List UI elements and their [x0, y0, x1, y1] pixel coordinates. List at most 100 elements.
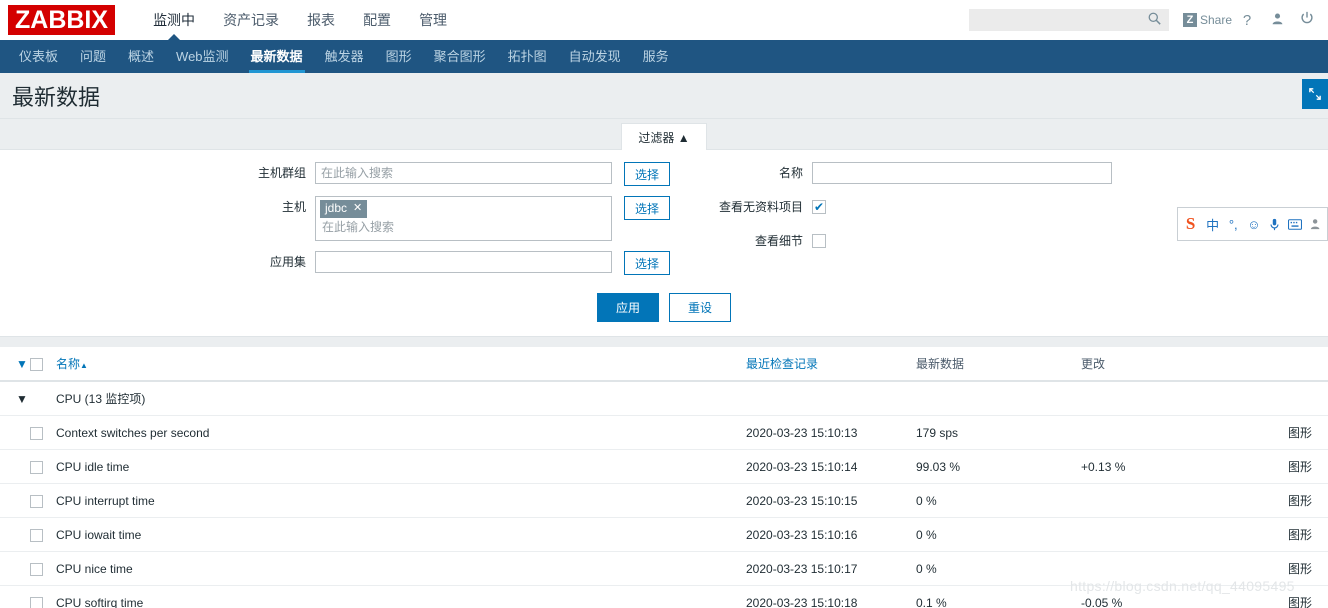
main-nav-item-monitoring[interactable]: 监测中	[139, 0, 209, 40]
subnav-item-graphs[interactable]: 图形	[375, 40, 423, 73]
global-search[interactable]	[968, 9, 1169, 31]
filter-tab-toggle[interactable]: 过滤器 ▲	[621, 123, 707, 150]
ime-account-icon[interactable]	[1306, 211, 1325, 237]
row-checkbox[interactable]	[30, 460, 43, 474]
row-last-check: 2020-03-23 15:10:18	[746, 585, 916, 608]
filter-field-host-group: 主机群组 选择	[243, 162, 670, 186]
row-checkbox[interactable]	[30, 596, 43, 608]
row-latest-value: 0.1 %	[916, 585, 1081, 608]
sort-ascending-icon: ▲	[80, 361, 88, 370]
group-graph	[1201, 381, 1328, 416]
ime-punctuation-icon[interactable]: °,	[1224, 211, 1243, 237]
row-spacer	[0, 483, 30, 518]
application-select-button[interactable]: 选择	[624, 251, 670, 275]
hosts-select-button[interactable]: 选择	[624, 196, 670, 220]
row-change-value	[1081, 483, 1201, 518]
subnav-item-web[interactable]: Web监测	[165, 40, 240, 73]
main-nav-item-administration[interactable]: 管理	[405, 0, 461, 40]
main-nav-item-configuration[interactable]: 配置	[349, 0, 405, 40]
hosts-placeholder: 在此输入搜索	[322, 220, 395, 234]
table-group-row[interactable]: ▼ CPU (13 监控项)	[0, 381, 1328, 416]
row-graph-link[interactable]: 图形	[1201, 585, 1328, 608]
ime-emoji-icon[interactable]: ☺	[1245, 211, 1264, 237]
application-input[interactable]	[315, 251, 612, 273]
subnav-item-triggers[interactable]: 触发器	[314, 40, 375, 73]
row-checkbox-cell	[30, 585, 56, 608]
share-label: Share	[1199, 13, 1232, 27]
subnav-item-dashboard[interactable]: 仪表板	[8, 40, 69, 73]
subnav-item-discovery[interactable]: 自动发现	[558, 40, 632, 73]
host-group-select-button[interactable]: 选择	[624, 162, 670, 186]
reset-button[interactable]: 重设	[669, 293, 732, 322]
user-icon[interactable]	[1262, 12, 1292, 29]
ime-keyboard-icon[interactable]	[1286, 211, 1305, 237]
table-header-row: ▼ 名称▲ 最近检查记录 最新数据 更改	[0, 347, 1328, 382]
collapse-all-icon[interactable]: ▼	[0, 347, 30, 382]
group-collapse-icon[interactable]: ▼	[0, 381, 30, 416]
column-header-name[interactable]: 名称▲	[56, 347, 746, 382]
column-header-name-label[interactable]: 名称	[56, 357, 80, 371]
row-graph-link[interactable]: 图形	[1201, 517, 1328, 552]
ime-microphone-icon[interactable]	[1265, 211, 1284, 237]
apply-button[interactable]: 应用	[596, 293, 659, 322]
subnav-item-services[interactable]: 服务	[632, 40, 680, 73]
row-last-check: 2020-03-23 15:10:14	[746, 449, 916, 484]
row-latest-value: 0 %	[916, 483, 1081, 518]
main-nav-item-reports[interactable]: 报表	[293, 0, 349, 40]
row-last-check: 2020-03-23 15:10:16	[746, 517, 916, 552]
close-icon[interactable]: ✕	[353, 201, 362, 216]
row-item-name[interactable]: Context switches per second	[56, 415, 746, 450]
subnav-item-problems[interactable]: 问题	[69, 40, 117, 73]
subnav-item-overview[interactable]: 概述	[117, 40, 165, 73]
search-input[interactable]	[968, 10, 1144, 30]
sogou-ime-toolbar[interactable]: S 中 °, ☺	[1177, 207, 1328, 241]
row-graph-link[interactable]: 图形	[1201, 449, 1328, 484]
ime-chinese-mode-icon[interactable]: 中	[1203, 211, 1222, 237]
show-without-data-checkbox[interactable]: ✔	[812, 200, 826, 214]
filter-field-application: 应用集 选择	[243, 251, 670, 275]
main-navigation: 监测中 资产记录 报表 配置 管理	[139, 0, 461, 40]
row-graph-link[interactable]: 图形	[1201, 551, 1328, 586]
latest-data-table: ▼ 名称▲ 最近检查记录 最新数据 更改 ▼ CPU (13 监控项) Cont…	[0, 347, 1328, 608]
top-header: ZABBIX 监测中 资产记录 报表 配置 管理 Z Share ?	[0, 0, 1328, 40]
hosts-multiselect[interactable]: jdbc ✕ 在此输入搜索	[315, 196, 612, 241]
row-item-name[interactable]: CPU idle time	[56, 449, 746, 484]
subnav-item-maps[interactable]: 拓扑图	[497, 40, 558, 73]
row-change-value: +0.13 %	[1081, 449, 1201, 484]
select-all-checkbox[interactable]	[30, 357, 43, 371]
zabbix-logo[interactable]: ZABBIX	[8, 5, 116, 35]
main-nav-item-inventory[interactable]: 资产记录	[209, 0, 293, 40]
help-icon[interactable]: ?	[1232, 12, 1262, 29]
row-checkbox[interactable]	[30, 494, 43, 508]
show-details-checkbox[interactable]	[812, 234, 826, 248]
row-last-check: 2020-03-23 15:10:15	[746, 483, 916, 518]
power-icon[interactable]	[1292, 11, 1322, 29]
sogou-logo-icon[interactable]: S	[1180, 212, 1201, 236]
row-item-name[interactable]: CPU softirq time	[56, 585, 746, 608]
row-change-value: -0.05 %	[1081, 585, 1201, 608]
row-checkbox-cell	[30, 517, 56, 552]
header-actions: Z Share ?	[968, 0, 1322, 40]
host-chip-jdbc[interactable]: jdbc ✕	[320, 200, 368, 218]
row-graph-link[interactable]: 图形	[1201, 415, 1328, 450]
row-item-name[interactable]: CPU iowait time	[56, 517, 746, 552]
name-input[interactable]	[812, 162, 1112, 184]
row-checkbox[interactable]	[30, 528, 43, 542]
row-change-value	[1081, 517, 1201, 552]
row-change-value	[1081, 415, 1201, 450]
column-header-last-check[interactable]: 最近检查记录	[746, 347, 916, 382]
row-item-name[interactable]: CPU nice time	[56, 551, 746, 586]
filter-field-hosts: 主机 jdbc ✕ 在此输入搜索 选择	[243, 196, 670, 241]
group-last-check	[746, 381, 916, 416]
subnav-item-latest-data[interactable]: 最新数据	[240, 40, 314, 73]
row-item-name[interactable]: CPU interrupt time	[56, 483, 746, 518]
host-group-input[interactable]	[315, 162, 612, 184]
row-checkbox[interactable]	[30, 426, 43, 440]
subnav-item-screens[interactable]: 聚合图形	[423, 40, 497, 73]
table-row: Context switches per second 2020-03-23 1…	[0, 415, 1328, 450]
share-button[interactable]: Z Share	[1182, 13, 1232, 27]
kiosk-mode-icon[interactable]	[1302, 79, 1328, 109]
row-checkbox[interactable]	[30, 562, 43, 576]
search-icon[interactable]	[1144, 12, 1166, 28]
row-graph-link[interactable]: 图形	[1201, 483, 1328, 518]
